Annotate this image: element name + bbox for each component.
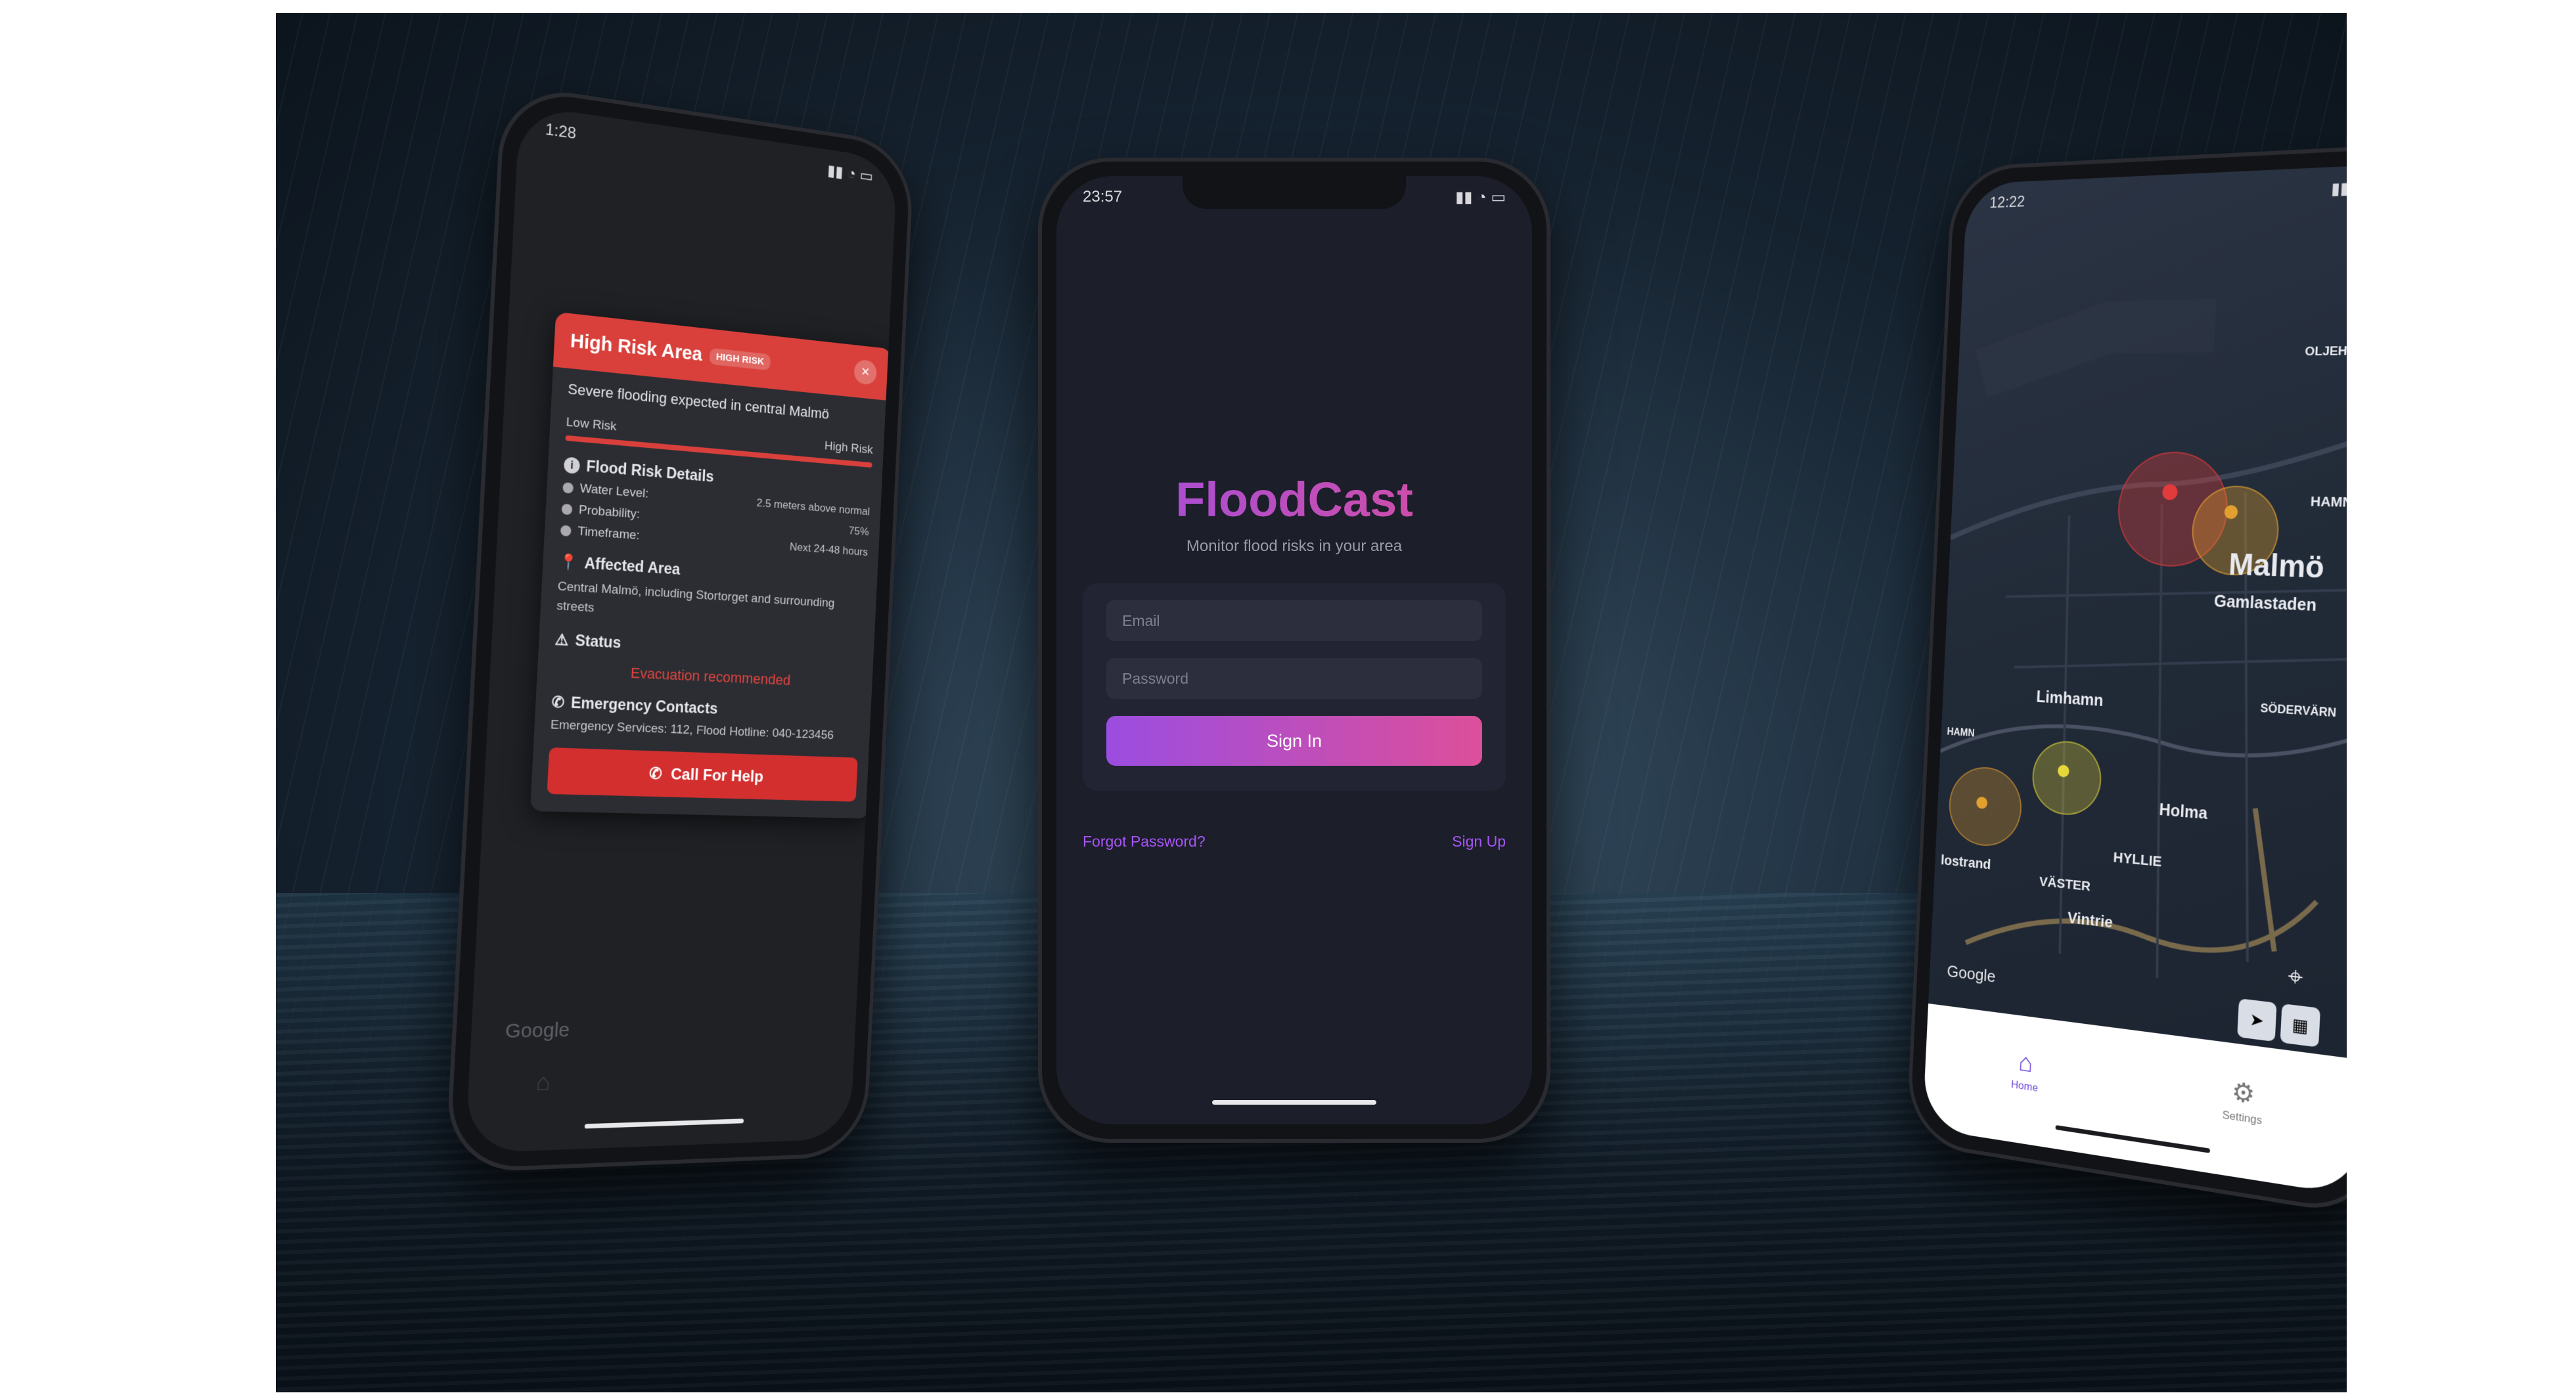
tab-label: Settings: [2222, 1109, 2262, 1128]
details-title: Flood Risk Details: [586, 457, 715, 485]
close-icon[interactable]: ×: [853, 359, 877, 386]
map-pin-icon[interactable]: ●: [1974, 785, 1991, 818]
app-title: FloodCast: [1056, 472, 1532, 527]
tab-home[interactable]: ⌂ Home: [2011, 1047, 2040, 1095]
home-indicator: [1212, 1100, 1376, 1105]
screen-detail: 1:28 ▮▮ ◔ ▭ High Risk Area HIGH RISK × S…: [465, 104, 897, 1153]
phone-icon: ✆: [551, 693, 565, 711]
map-label: Holma: [2159, 801, 2208, 824]
contacts-text: Emergency Services: 112, Flood Hotline: …: [550, 718, 859, 744]
battery-icon: ▮▮ ◔ ▭: [827, 161, 874, 186]
contacts-heading: ✆ Emergency Contacts: [551, 693, 861, 723]
water-drop-icon: [562, 482, 574, 494]
phone-icon: ✆: [648, 764, 662, 784]
password-field[interactable]: Password: [1106, 658, 1482, 699]
google-logo: Google: [505, 1019, 570, 1043]
status-value: Evacuation recommended: [553, 661, 862, 692]
status-time: 12:22: [1989, 193, 2025, 213]
status-heading: ⚠ Status: [554, 630, 863, 665]
area-title: Affected Area: [584, 554, 681, 579]
bar-chart-icon: [562, 504, 573, 516]
info-icon: i: [564, 456, 580, 474]
sign-in-button[interactable]: Sign In: [1106, 716, 1482, 766]
phone-login-view: 23:57 ▮▮ ◔ ▭ FloodCast Monitor flood ris…: [1038, 158, 1550, 1143]
call-for-help-label: Call For Help: [670, 765, 763, 786]
gear-icon: ⚙: [2231, 1076, 2256, 1111]
email-placeholder: Email: [1122, 612, 1160, 630]
battery-icon: ▮▮ ◔ ▭: [2331, 177, 2347, 200]
clock-icon: [560, 525, 572, 536]
detail-label: Timeframe:: [577, 524, 640, 543]
modal-body: Severe flooding expected in central Malm…: [530, 366, 890, 818]
map-pin-icon[interactable]: ●: [2221, 493, 2241, 530]
flood-risk-modal: High Risk Area HIGH RISK × Severe floodi…: [530, 312, 892, 819]
warning-icon: ⚠: [554, 630, 569, 650]
detail-value: 2.5 meters above normal: [756, 497, 870, 518]
auth-links: Forgot Password? Sign Up: [1083, 833, 1506, 851]
phone-map-view: ● ● ● ● OLJEHAMN HAMNEN Malmö Gamlastade…: [1906, 143, 2347, 1219]
map-label: HAMNEN: [2310, 494, 2347, 512]
forgot-password-link[interactable]: Forgot Password?: [1083, 833, 1206, 851]
contacts-title: Emergency Contacts: [571, 694, 719, 718]
status-bar: 23:57 ▮▮ ◔ ▭: [1083, 188, 1506, 207]
detail-value: 75%: [848, 524, 869, 539]
map-label: Malmö: [2228, 546, 2325, 585]
call-for-help-button[interactable]: ✆ Call For Help: [547, 747, 858, 802]
detail-label: Probability:: [578, 503, 640, 522]
detail-label: Water Level:: [579, 481, 649, 502]
map-pin-icon[interactable]: ●: [2055, 753, 2073, 787]
phone-detail-view: 1:28 ▮▮ ◔ ▭ High Risk Area HIGH RISK × S…: [445, 83, 915, 1174]
map-label: OLJEHAMN: [2305, 343, 2347, 359]
status-time: 1:28: [545, 120, 577, 144]
tagline: Monitor flood risks in your area: [1056, 537, 1532, 556]
map-pin-icon[interactable]: ●: [2158, 468, 2182, 512]
map-label: HAMN: [1947, 726, 1975, 740]
my-location-icon[interactable]: ⌖: [2274, 954, 2316, 999]
screen-map: ● ● ● ● OLJEHAMN HAMNEN Malmö Gamlastade…: [1922, 164, 2347, 1197]
tab-settings[interactable]: ⚙ Settings: [2222, 1075, 2264, 1127]
sign-up-link[interactable]: Sign Up: [1452, 833, 1506, 851]
email-field[interactable]: Email: [1106, 600, 1482, 641]
directions-icon[interactable]: ➤: [2237, 998, 2276, 1042]
home-indicator: [585, 1118, 744, 1128]
location-pin-icon: 📍: [558, 552, 578, 571]
home-icon[interactable]: ⌂: [535, 1068, 551, 1097]
detail-value: Next 24-48 hours: [790, 541, 869, 559]
battery-icon: ▮▮ ◔ ▭: [1455, 188, 1506, 207]
status-title: Status: [575, 632, 621, 652]
login-form: Email Password Sign In: [1083, 583, 1506, 791]
google-maps-icon[interactable]: ▦: [2280, 1004, 2320, 1048]
risk-badge: HIGH RISK: [710, 347, 771, 370]
password-placeholder: Password: [1122, 670, 1188, 688]
home-icon: ⌂: [2018, 1048, 2033, 1078]
screen-login: 23:57 ▮▮ ◔ ▭ FloodCast Monitor flood ris…: [1056, 176, 1532, 1124]
status-time: 23:57: [1083, 188, 1122, 207]
high-risk-label: High Risk: [824, 439, 873, 458]
rain-background: 1:28 ▮▮ ◔ ▭ High Risk Area HIGH RISK × S…: [276, 13, 2347, 1392]
modal-title: High Risk Area: [570, 330, 703, 365]
tab-label: Home: [2011, 1078, 2039, 1094]
low-risk-label: Low Risk: [566, 415, 617, 434]
